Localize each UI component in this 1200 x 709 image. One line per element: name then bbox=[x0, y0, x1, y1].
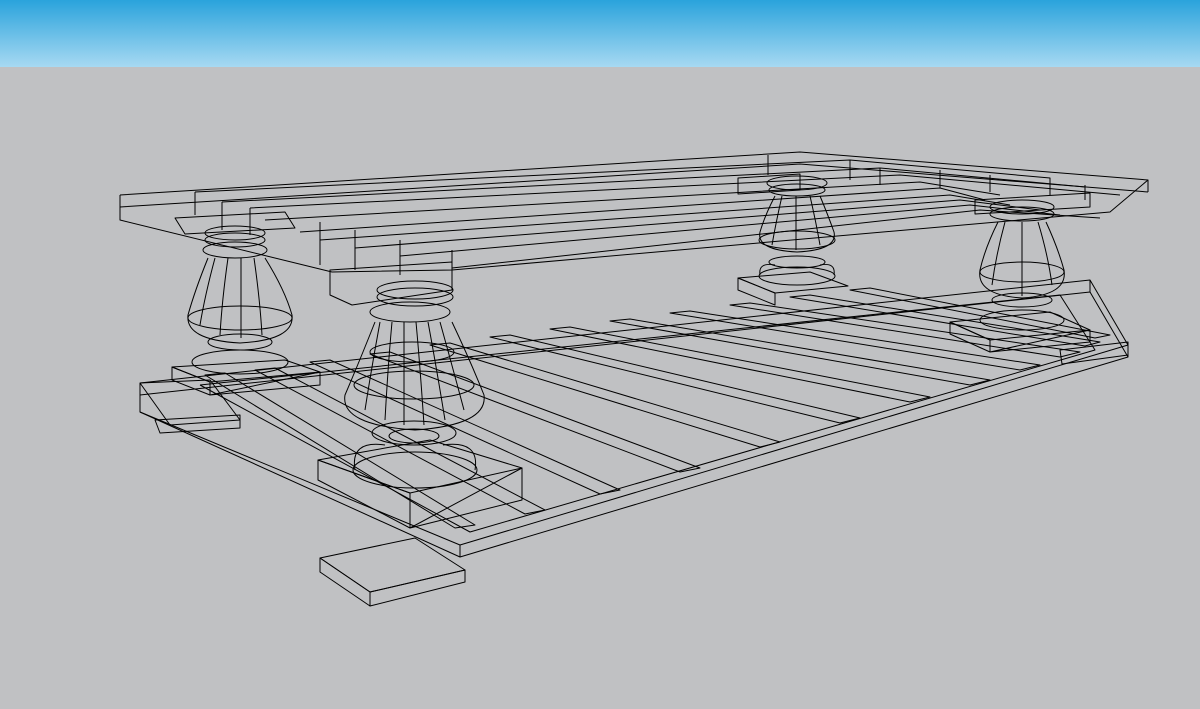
viewport-canvas[interactable] bbox=[0, 0, 1200, 709]
sky-background bbox=[0, 0, 1200, 67]
3d-viewport[interactable] bbox=[0, 0, 1200, 709]
